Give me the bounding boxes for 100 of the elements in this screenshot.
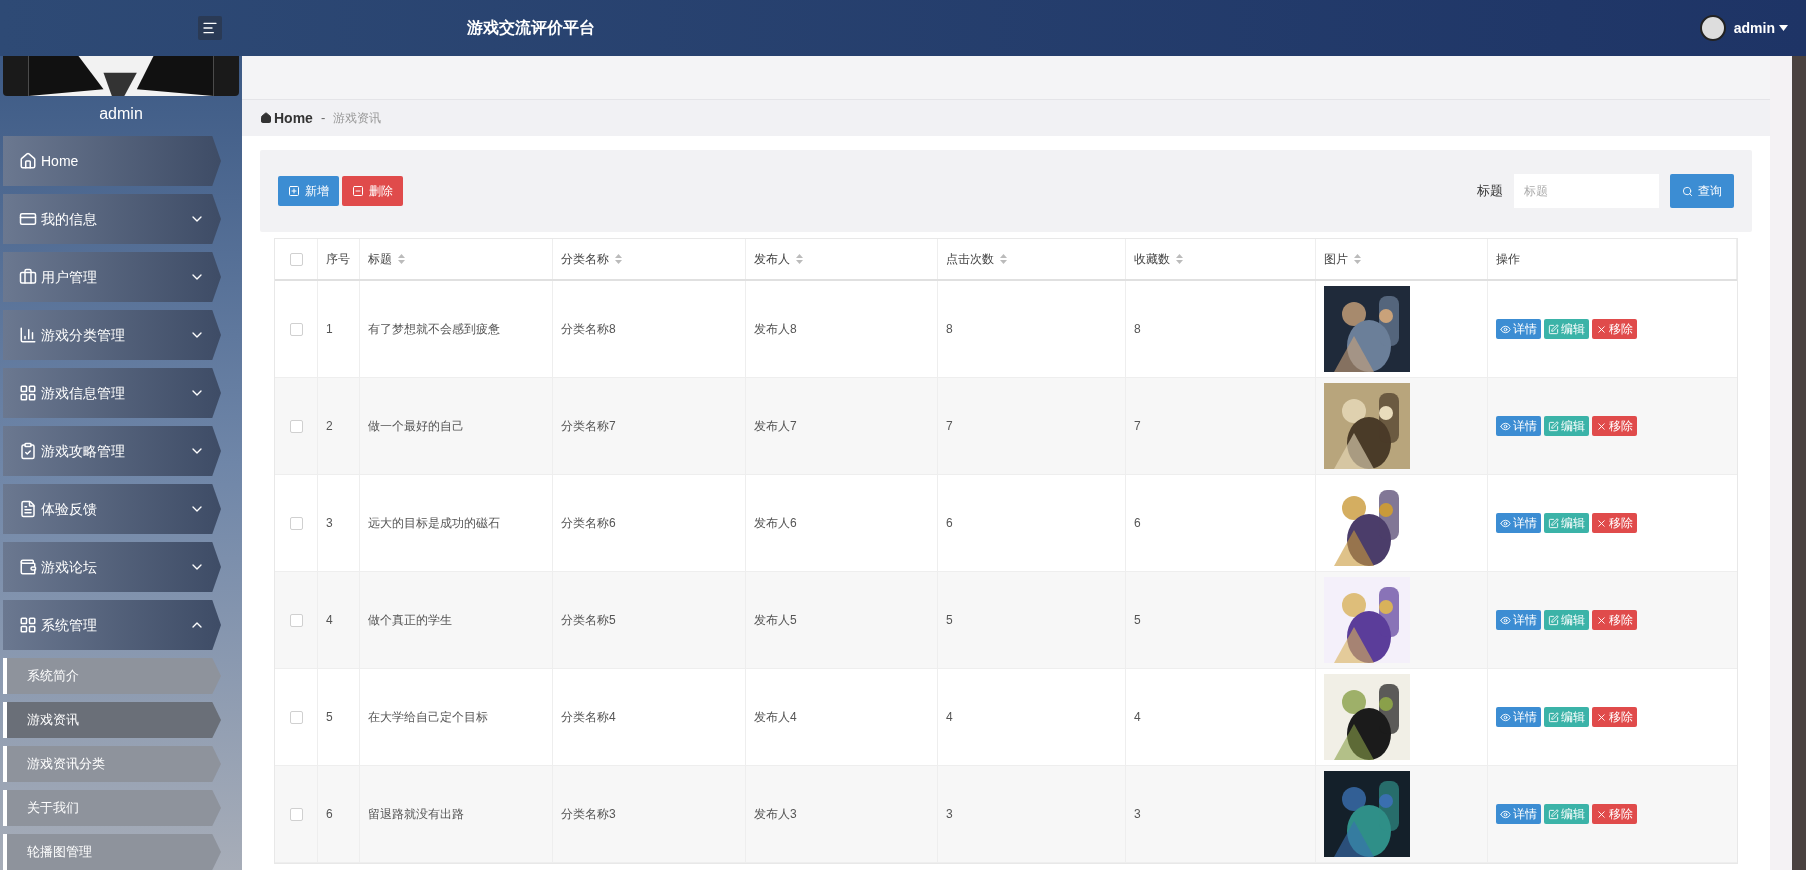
sidebar-item[interactable]: 游戏攻略管理	[3, 426, 221, 476]
search-field[interactable]: 标题	[1514, 174, 1659, 208]
edit-icon	[1548, 420, 1559, 432]
sidebar-item[interactable]: 体验反馈	[3, 484, 221, 534]
table-cell-text: 发布人6	[754, 515, 797, 532]
search-button[interactable]: 查询	[1670, 174, 1734, 208]
close-icon	[1596, 420, 1607, 432]
submenu-item[interactable]: 轮播图管理	[3, 834, 221, 870]
table-cell-text: 发布人5	[754, 612, 797, 629]
sidebar-item[interactable]: 游戏信息管理	[3, 368, 221, 418]
edit-button[interactable]: 编辑	[1544, 319, 1589, 339]
checkbox[interactable]	[289, 322, 303, 336]
detail-button[interactable]: 详情	[1496, 804, 1541, 824]
bar-chart-icon	[19, 326, 37, 344]
table-cell-text: 8	[946, 321, 953, 338]
table-cell-text: 做一个最好的自己	[368, 418, 464, 435]
user-menu[interactable]: admin	[1733, 17, 1788, 39]
sidebar-item[interactable]: 用户管理	[3, 252, 221, 302]
breadcrumb-home-link[interactable]: Home	[260, 107, 313, 129]
submenu-item[interactable]: 系统简介	[3, 658, 221, 694]
grid-icon	[19, 384, 37, 402]
detail-button[interactable]: 详情	[1496, 707, 1541, 727]
submenu-item[interactable]: 游戏资讯分类	[3, 746, 221, 782]
column-header[interactable]: 标题	[368, 250, 405, 268]
table-cell-text: 7	[946, 418, 953, 435]
remove-button[interactable]: 移除	[1592, 416, 1637, 436]
table-cell-text: 分类名称7	[561, 418, 616, 435]
column-header[interactable]: 图片	[1324, 250, 1361, 268]
edit-icon	[1548, 808, 1559, 820]
checkbox[interactable]	[289, 710, 303, 724]
add-button[interactable]: 新增	[278, 176, 339, 206]
delete-button[interactable]: 删除	[342, 176, 403, 206]
detail-button[interactable]: 详情	[1496, 319, 1541, 339]
checkbox[interactable]	[289, 807, 303, 821]
checkbox[interactable]	[289, 516, 303, 530]
edit-button[interactable]: 编辑	[1544, 610, 1589, 630]
table-cell-text: 在大学给自己定个目标	[368, 709, 488, 726]
close-icon	[1596, 711, 1607, 723]
table-cell-text: 远大的目标是成功的磁石	[368, 515, 500, 532]
minus-icon	[352, 185, 364, 197]
sidebar-item[interactable]: 我的信息	[3, 194, 221, 244]
remove-button[interactable]: 移除	[1592, 804, 1637, 824]
column-header[interactable]: 分类名称	[561, 250, 622, 268]
checkbox[interactable]	[289, 419, 303, 433]
close-icon	[1596, 614, 1607, 626]
table-cell-text: 发布人8	[754, 321, 797, 338]
clipboard-check-icon	[19, 442, 37, 460]
table-cell-text: 7	[1134, 418, 1141, 435]
remove-button[interactable]: 移除	[1592, 319, 1637, 339]
sort-icon	[1176, 254, 1183, 264]
sort-icon	[796, 254, 803, 264]
sidebar-item[interactable]: Home	[3, 136, 221, 186]
menu-toggle-icon[interactable]	[198, 16, 222, 40]
table-cell-text: 6	[946, 515, 953, 532]
document-icon	[19, 500, 37, 518]
wallet-icon	[19, 558, 37, 576]
table-cell-text: 5	[1134, 612, 1141, 629]
table-cell-text: 5	[946, 612, 953, 629]
table-cell-text: 分类名称5	[561, 612, 616, 629]
column-header[interactable]: 收藏数	[1134, 250, 1183, 268]
column-header[interactable]: 发布人	[754, 250, 803, 268]
edit-button[interactable]: 编辑	[1544, 707, 1589, 727]
checkbox[interactable]	[289, 613, 303, 627]
edit-button[interactable]: 编辑	[1544, 513, 1589, 533]
detail-button[interactable]: 详情	[1496, 610, 1541, 630]
submenu-item[interactable]: 关于我们	[3, 790, 221, 826]
remove-button[interactable]: 移除	[1592, 610, 1637, 630]
close-icon	[1596, 517, 1607, 529]
search-icon	[1682, 185, 1693, 197]
remove-button[interactable]: 移除	[1592, 707, 1637, 727]
eye-icon	[1500, 420, 1511, 432]
table-cell-text: 3	[946, 806, 953, 823]
checkbox[interactable]	[289, 252, 303, 266]
sort-icon	[615, 254, 622, 264]
remove-button[interactable]: 移除	[1592, 513, 1637, 533]
breadcrumb-separator: -	[320, 109, 326, 128]
column-header[interactable]: 点击次数	[946, 250, 1007, 268]
sidebar-item[interactable]: 游戏论坛	[3, 542, 221, 592]
table-cell-text: 3	[326, 515, 333, 532]
edit-button[interactable]: 编辑	[1544, 804, 1589, 824]
detail-button[interactable]: 详情	[1496, 416, 1541, 436]
table-cell-text: 6	[326, 806, 333, 823]
table-cell-text: 4	[946, 709, 953, 726]
table-cell-text: 4	[326, 612, 333, 629]
breadcrumb-current: 游戏资讯	[333, 110, 382, 127]
table-cell-text: 发布人4	[754, 709, 797, 726]
grid-icon	[19, 616, 37, 634]
detail-button[interactable]: 详情	[1496, 513, 1541, 533]
close-icon	[1596, 808, 1607, 820]
sidebar-item[interactable]: 系统管理	[3, 600, 221, 650]
eye-icon	[1500, 808, 1511, 820]
submenu-item[interactable]: 游戏资讯	[3, 702, 221, 738]
eye-icon	[1500, 517, 1511, 529]
sort-icon	[1354, 254, 1361, 264]
sidebar-username: admin	[98, 104, 144, 124]
home-icon	[260, 112, 272, 124]
edit-button[interactable]: 编辑	[1544, 416, 1589, 436]
table-cell-text: 3	[1134, 806, 1141, 823]
sidebar-item[interactable]: 游戏分类管理	[3, 310, 221, 360]
table-cell-text: 做个真正的学生	[368, 612, 452, 629]
